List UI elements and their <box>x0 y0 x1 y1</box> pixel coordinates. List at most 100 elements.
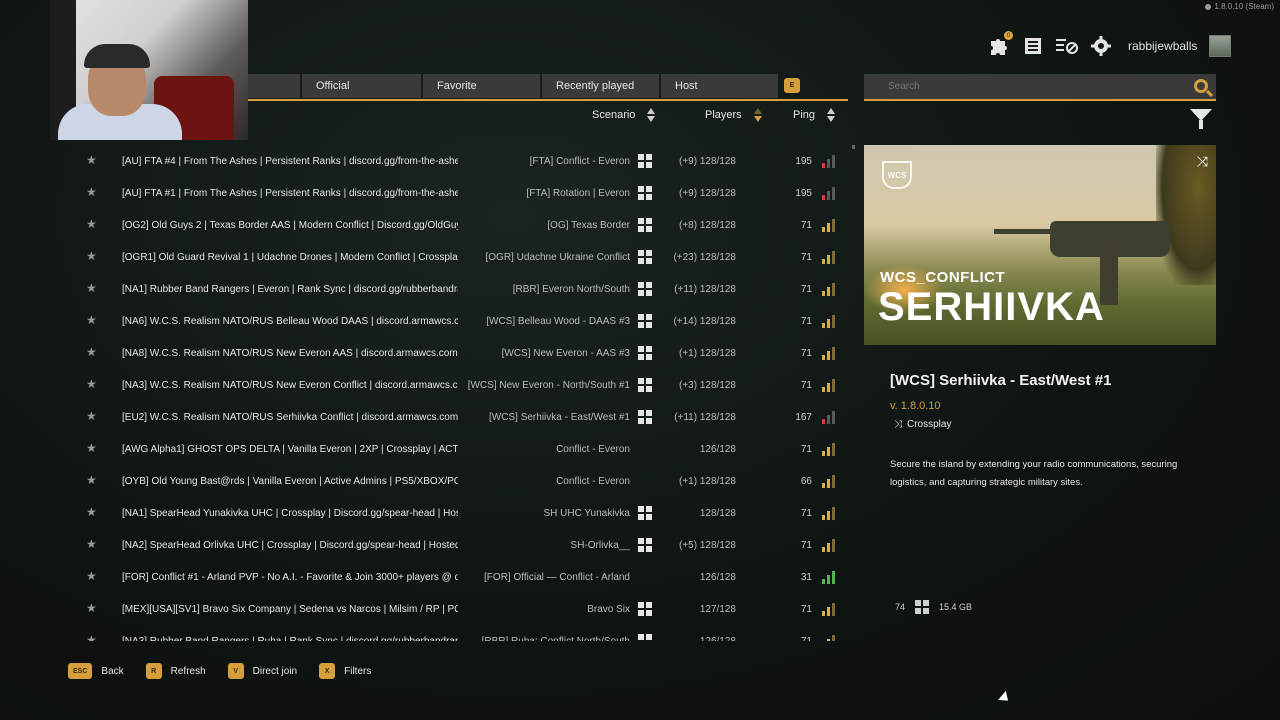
server-players: 128/128 <box>699 507 736 519</box>
search-input[interactable] <box>888 81 1178 92</box>
username[interactable]: rabbijewballs <box>1128 39 1197 53</box>
server-scenario: [WCS] Serhiivka - East/West #1 <box>489 411 630 423</box>
tab-host[interactable]: Host <box>661 74 778 98</box>
favorite-star-icon[interactable]: ★ <box>86 473 97 487</box>
news-icon[interactable] <box>1020 33 1046 59</box>
server-row[interactable]: ★ [OG2] Old Guys 2 | Texas Border AAS | M… <box>72 209 848 241</box>
favorite-star-icon[interactable]: ★ <box>86 505 97 519</box>
bottom-actions: ESC Back R Refresh V Direct join X Filte… <box>68 663 381 679</box>
direct-join-button[interactable]: V Direct join <box>227 663 297 679</box>
crossplay-label: Crossplay <box>907 419 952 430</box>
search-icon[interactable] <box>1194 79 1208 93</box>
server-row[interactable]: ★ [AU] FTA #4 | From The Ashes | Persiste… <box>72 145 848 177</box>
settings-gear-icon[interactable] <box>1088 33 1114 59</box>
server-ping: 71 <box>800 379 812 391</box>
favorite-star-icon[interactable]: ★ <box>86 441 97 455</box>
tab-all[interactable] <box>248 74 300 98</box>
favorite-star-icon[interactable]: ★ <box>86 249 97 263</box>
server-scenario: [OG] Texas Border <box>547 219 630 231</box>
server-scenario: [WCS] Belleau Wood - DAAS #3 <box>486 315 630 327</box>
mouse-cursor <box>998 690 1012 706</box>
favorite-star-icon[interactable]: ★ <box>86 153 97 167</box>
server-scenario: Bravo Six <box>587 603 630 615</box>
key-hint: V <box>227 663 244 679</box>
ping-signal-icon <box>822 250 836 264</box>
server-row[interactable]: ★ [NA1] SpearHead Yunakivka UHC | Crosspl… <box>72 497 848 529</box>
version-label: 1.8.0.10 (Steam) <box>1205 2 1274 11</box>
filters-label: Filters <box>344 665 372 677</box>
server-name: [NA8] W.C.S. Realism NATO/RUS New Everon… <box>122 347 458 359</box>
image-subtitle: WCS_CONFLICT <box>880 269 1006 286</box>
server-row[interactable]: ★ [AWG Alpha1] GHOST OPS DELTA | Vanilla … <box>72 433 848 465</box>
filters-button[interactable]: X Filters <box>319 663 371 679</box>
server-players: (+1) 128/128 <box>679 347 736 359</box>
server-row[interactable]: ★ [OYB] Old Young Bast@rds | Vanilla Ever… <box>72 465 848 497</box>
key-hint: X <box>319 663 336 679</box>
column-ping[interactable]: Ping <box>793 108 836 122</box>
server-name: [AU] FTA #1 | From The Ashes | Persisten… <box>122 187 458 199</box>
server-players: 127/128 <box>699 603 736 615</box>
tab-official[interactable]: Official <box>302 74 421 98</box>
server-row[interactable]: ★ [NA3] Rubber Band Rangers | Ruha | Rank… <box>72 625 848 641</box>
server-row[interactable]: ★ [FOR] Conflict #1 - Arland PVP - No A.I… <box>72 561 848 593</box>
server-row[interactable]: ★ [NA2] SpearHead Orlivka UHC | Crossplay… <box>72 529 848 561</box>
mods-puzzle-icon[interactable]: 0 <box>986 31 1013 59</box>
info-icon <box>1205 3 1212 10</box>
ping-signal-icon <box>822 346 836 360</box>
mod-size: 15.4 GB <box>939 602 973 612</box>
modded-icon <box>638 282 652 296</box>
server-row[interactable]: ★ [MEX][USA][SV1] Bravo Six Company | Sed… <box>72 593 848 625</box>
server-row[interactable]: ★ [NA6] W.C.S. Realism NATO/RUS Belleau W… <box>72 305 848 337</box>
column-scenario[interactable]: Scenario <box>592 108 656 122</box>
server-players: (+11) 128/128 <box>674 411 736 423</box>
favorite-star-icon[interactable]: ★ <box>86 217 97 231</box>
server-name: [OGR1] Old Guard Revival 1 | Udachne Dro… <box>122 251 458 263</box>
server-row[interactable]: ★ [NA1] Rubber Band Rangers | Everon | Ra… <box>72 273 848 305</box>
column-ping-label: Ping <box>793 109 816 121</box>
favorite-star-icon[interactable]: ★ <box>86 537 97 551</box>
server-ping: 71 <box>800 603 812 615</box>
back-button[interactable]: ESC Back <box>68 663 124 679</box>
modded-icon <box>638 634 652 641</box>
server-scenario: Conflict - Everon <box>556 475 630 487</box>
refresh-button[interactable]: R Refresh <box>145 663 206 679</box>
list-scrollbar[interactable] <box>852 145 855 149</box>
favorite-star-icon[interactable]: ★ <box>86 633 97 641</box>
filter-icon[interactable] <box>1190 109 1212 129</box>
favorite-star-icon[interactable]: ★ <box>86 313 97 327</box>
favorite-star-icon[interactable]: ★ <box>86 377 97 391</box>
column-players[interactable]: Players <box>705 108 762 122</box>
sort-arrows-active-icon <box>753 108 762 122</box>
server-players: 126/128 <box>699 635 736 642</box>
favorite-star-icon[interactable]: ★ <box>86 345 97 359</box>
server-row[interactable]: ★ [NA8] W.C.S. Realism NATO/RUS New Evero… <box>72 337 848 369</box>
server-row[interactable]: ★ [EU2] W.C.S. Realism NATO/RUS Serhiivka… <box>72 401 848 433</box>
server-players: (+23) 128/128 <box>673 251 736 263</box>
back-label: Back <box>101 665 124 677</box>
tab-favorite[interactable]: Favorite <box>423 74 540 98</box>
blocked-list-icon[interactable] <box>1054 33 1080 59</box>
favorite-star-icon[interactable]: ★ <box>86 281 97 295</box>
server-players: (+14) 128/128 <box>673 315 736 327</box>
favorite-star-icon[interactable]: ★ <box>86 409 97 423</box>
server-name: [NA1] Rubber Band Rangers | Everon | Ran… <box>122 283 458 295</box>
server-row[interactable]: ★ [NA3] W.C.S. Realism NATO/RUS New Evero… <box>72 369 848 401</box>
tab-recently-played[interactable]: Recently played <box>542 74 659 98</box>
webcam-overlay <box>50 0 248 140</box>
column-players-label: Players <box>705 109 742 121</box>
avatar[interactable] <box>1209 35 1232 57</box>
server-row[interactable]: ★ [AU] FTA #1 | From The Ashes | Persiste… <box>72 177 848 209</box>
refresh-label: Refresh <box>170 665 206 677</box>
modded-icon <box>638 186 652 200</box>
modded-icon <box>638 538 652 552</box>
favorite-star-icon[interactable]: ★ <box>86 601 97 615</box>
server-scenario: [WCS] New Everon - AAS #3 <box>501 347 630 359</box>
server-ping: 195 <box>795 155 812 167</box>
server-row[interactable]: ★ [OGR1] Old Guard Revival 1 | Udachne Dr… <box>72 241 848 273</box>
shuffle-icon[interactable]: ⤨ <box>1197 153 1208 170</box>
notification-badge: 0 <box>1004 31 1013 40</box>
server-ping: 31 <box>800 571 812 583</box>
server-name: [AWG Alpha1] GHOST OPS DELTA | Vanilla E… <box>122 443 458 455</box>
favorite-star-icon[interactable]: ★ <box>86 569 97 583</box>
favorite-star-icon[interactable]: ★ <box>86 185 97 199</box>
